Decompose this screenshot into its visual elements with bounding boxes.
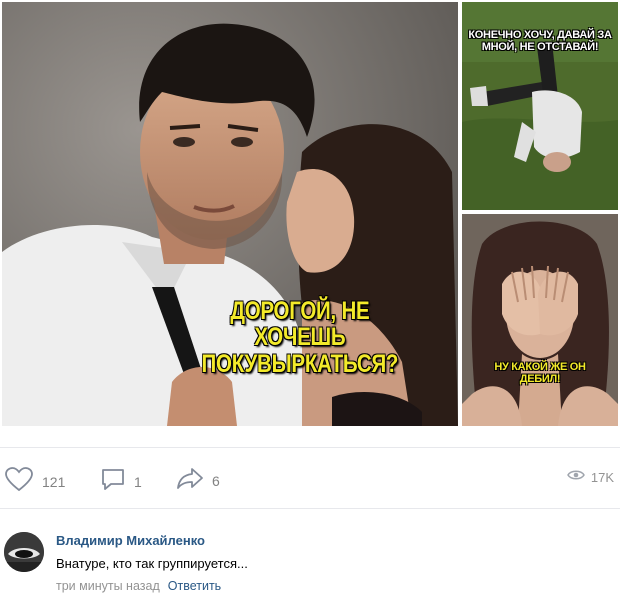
comment-icon — [100, 466, 126, 497]
share-arrow-icon — [176, 466, 204, 495]
shares-count: 6 — [212, 472, 220, 489]
comment-meta: три минуты назад Ответить — [56, 579, 221, 593]
comment-text: Внатуре, кто так группируется... — [56, 556, 248, 571]
divider — [0, 447, 620, 448]
comment-timestamp[interactable]: три минуты назад — [56, 579, 160, 593]
likes-count: 121 — [42, 473, 66, 490]
views-counter: 17K — [566, 468, 614, 486]
like-button[interactable]: 121 — [4, 466, 65, 497]
main-photo-caption: ДОРОГОЙ, НЕ ХОЧЕШЬ ПОКУВЫРКАТЬСЯ? — [201, 297, 399, 378]
avatar[interactable] — [4, 532, 44, 572]
divider — [0, 508, 620, 509]
views-count: 17K — [590, 469, 614, 485]
share-button[interactable]: 6 — [176, 466, 220, 495]
reply-button[interactable]: Ответить — [168, 579, 221, 593]
top-right-caption: КОНЕЧНО ХОЧУ, ДАВАЙ ЗА МНОЙ, НЕ ОТСТАВАЙ… — [468, 29, 612, 53]
eye-icon — [566, 468, 585, 486]
comment-item: Владимир Михайленко Внатуре, кто так гру… — [0, 520, 620, 599]
heart-icon — [4, 466, 34, 497]
comments-count: 1 — [134, 473, 142, 490]
post-image-collage: ДОРОГОЙ, НЕ ХОЧЕШЬ ПОКУВЫРКАТЬСЯ? КОНЕЧН… — [0, 0, 620, 428]
comment-author-link[interactable]: Владимир Михайленко — [56, 533, 205, 548]
bottom-right-photo[interactable] — [462, 214, 618, 426]
post-actions-bar: 121 1 6 17K — [0, 452, 620, 502]
comment-button[interactable]: 1 — [100, 466, 142, 497]
bottom-right-caption: НУ КАКОЙ ЖЕ ОН ДЕБИЛ! — [494, 361, 586, 385]
